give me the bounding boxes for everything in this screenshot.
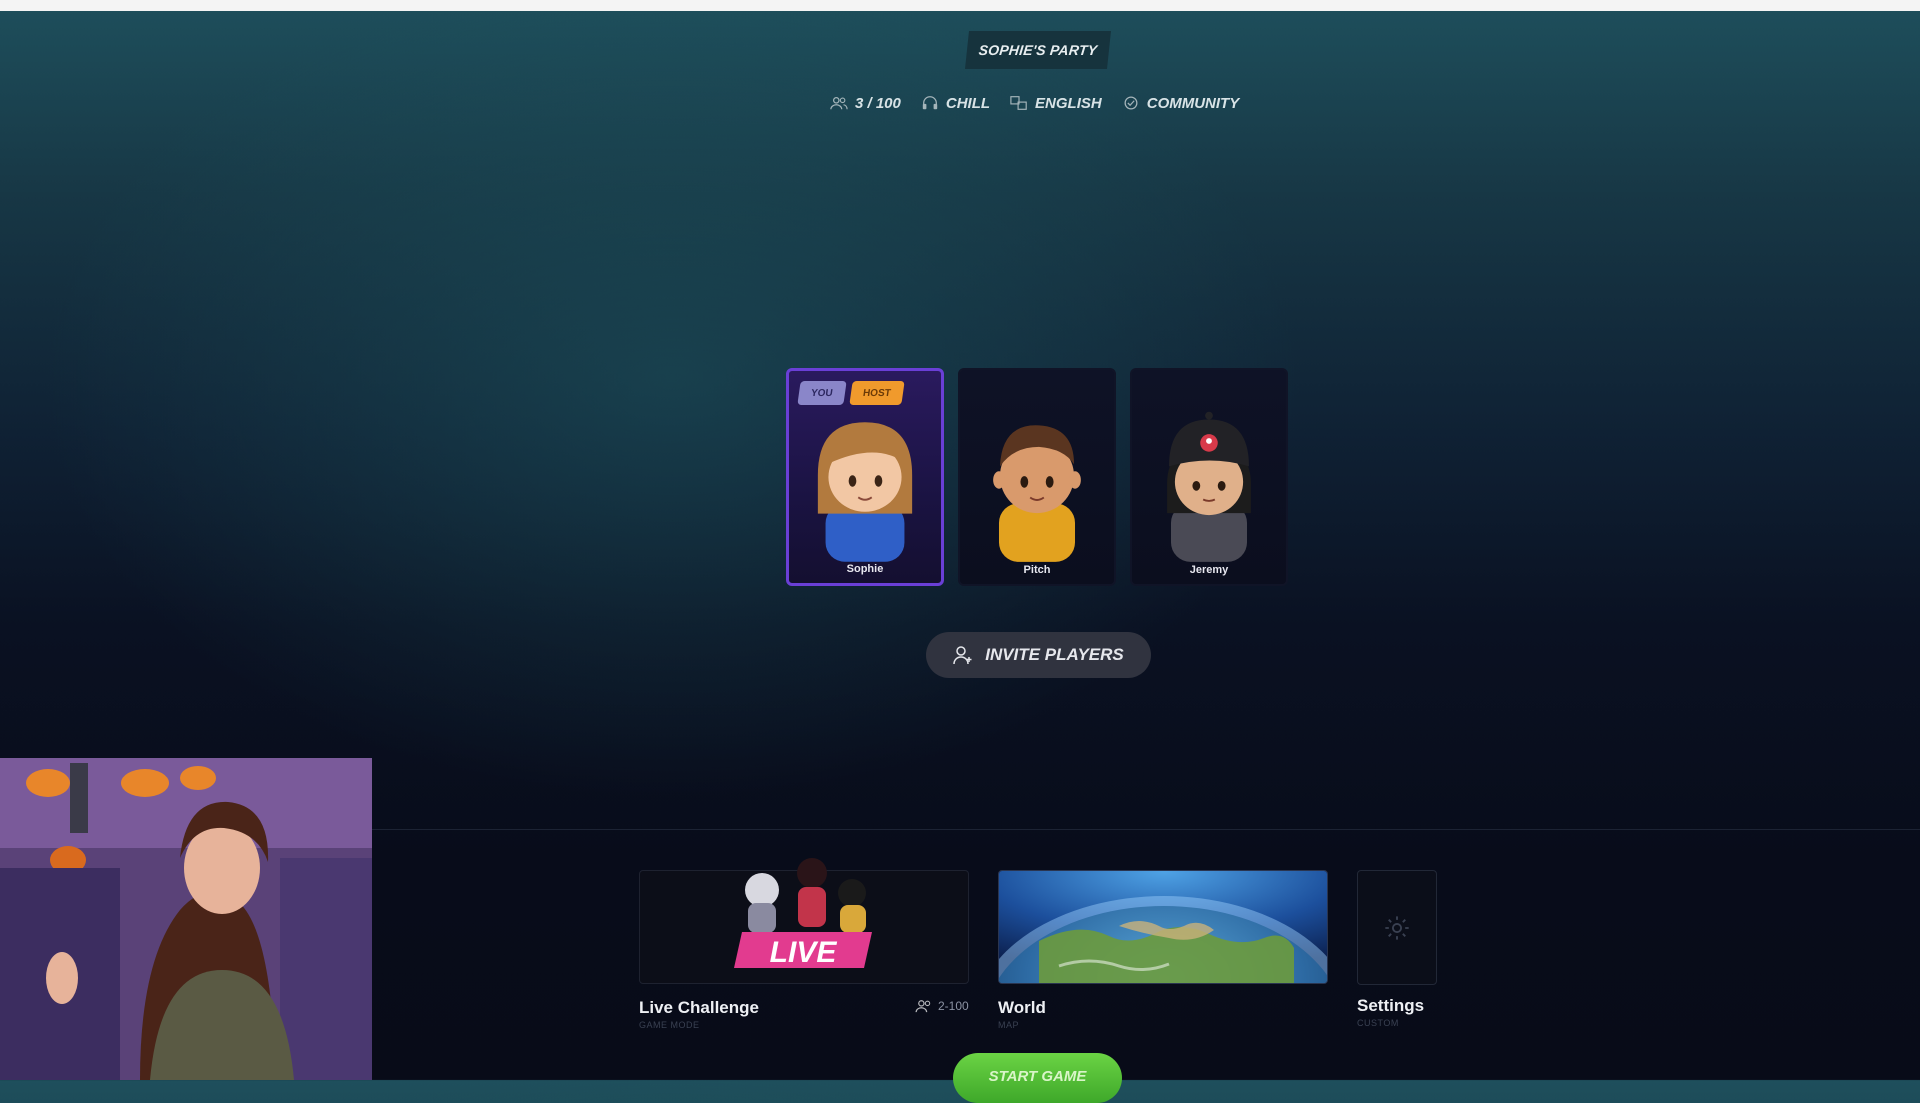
lobby-info-row: 3 / 100 CHILL ENGLISH COMMUNITY [830, 91, 1239, 115]
player-range-text: 2-100 [938, 999, 969, 1013]
gear-icon [1385, 915, 1409, 940]
vibe-tag: CHILL [921, 95, 990, 112]
start-game-label: START GAME [988, 1068, 1087, 1085]
settings-label: Settings [1357, 996, 1425, 1015]
player-badges: YOU HOST [797, 381, 905, 405]
map-label: World [998, 998, 1046, 1017]
lobby-type-tag: COMMUNITY [1122, 94, 1240, 112]
player-card-pitch[interactable]: Pitch [958, 368, 1116, 586]
you-badge: YOU [797, 381, 847, 405]
map-sublabel: MAP [998, 1020, 1020, 1030]
party-name: SOPHIE'S PARTY [977, 42, 1099, 58]
section-divider [372, 829, 1920, 830]
avatar [817, 422, 913, 562]
avatar [1167, 411, 1251, 562]
game-mode-label: Live Challenge [639, 998, 759, 1017]
player-name: Pitch [1023, 564, 1051, 576]
webcam-overlay [0, 758, 372, 1080]
browser-top-strip [0, 0, 1920, 11]
players-icon [915, 1000, 931, 1013]
player-cards: YOU HOST Sophie Pitch Jeremy [786, 368, 1288, 586]
start-game-button[interactable]: START GAME [953, 1053, 1122, 1103]
settings-tile[interactable] [1357, 870, 1437, 985]
map-tile[interactable] [998, 870, 1328, 984]
translate-icon [1010, 96, 1027, 110]
game-mode-player-range: 2-100 [915, 999, 969, 1013]
host-badge: HOST [848, 381, 905, 405]
check-circle-icon [1124, 96, 1138, 110]
invite-label: INVITE PLAYERS [985, 645, 1124, 664]
vibe-text: CHILL [945, 94, 991, 112]
headphones-icon [922, 96, 938, 110]
invite-players-button[interactable]: INVITE PLAYERS [926, 632, 1151, 678]
avatar [993, 425, 1081, 562]
settings-sublabel: CUSTOM [1357, 1018, 1399, 1028]
player-name: Sophie [846, 563, 884, 575]
game-mode-sublabel: GAME MODE [639, 1020, 700, 1030]
party-title: SOPHIE'S PARTY [965, 31, 1111, 69]
live-text: LIVE [770, 936, 838, 969]
player-card-sophie[interactable]: YOU HOST Sophie [786, 368, 944, 586]
earth-image [999, 871, 1327, 983]
player-card-jeremy[interactable]: Jeremy [1130, 368, 1288, 586]
language-tag: ENGLISH [1010, 95, 1102, 112]
player-name: Jeremy [1189, 564, 1229, 576]
add-user-icon [953, 646, 972, 665]
webcam-feed-image [0, 758, 372, 1080]
player-count-text: 3 / 100 [855, 94, 901, 112]
players-icon [830, 96, 848, 110]
live-challenge-art: LIVE [734, 858, 872, 969]
lobby-type-text: COMMUNITY [1146, 94, 1240, 112]
player-count: 3 / 100 [830, 95, 901, 112]
language-text: ENGLISH [1035, 94, 1102, 112]
